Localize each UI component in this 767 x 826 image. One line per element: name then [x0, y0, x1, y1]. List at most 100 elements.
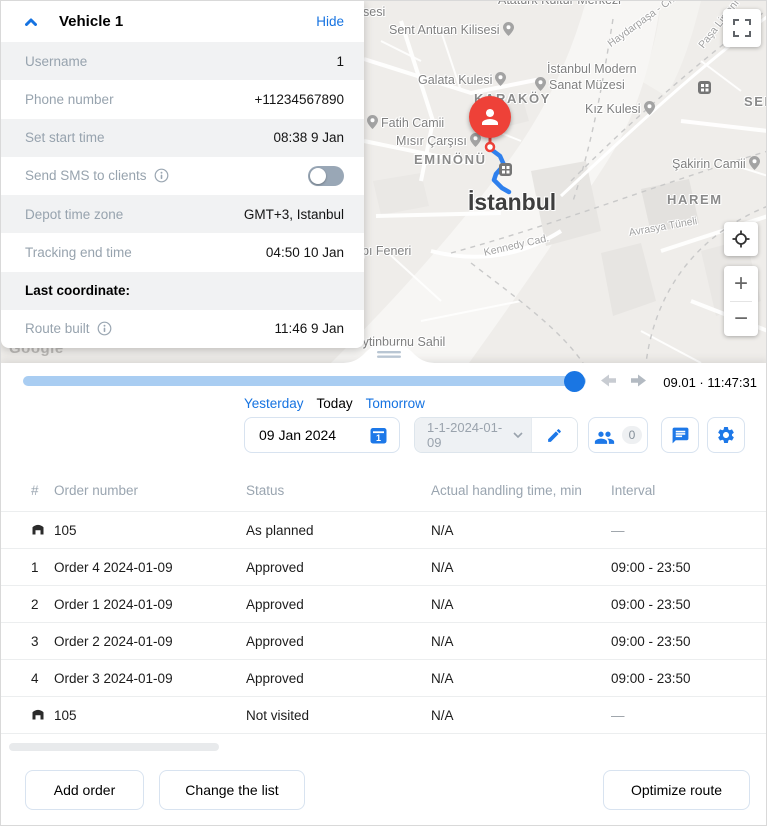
- step-forward-button[interactable]: [631, 374, 649, 388]
- row-status: As planned: [246, 523, 431, 538]
- order-row[interactable]: 1Order 4 2024-01-09ApprovedN/A09:00 - 23…: [1, 548, 767, 585]
- map-label-feneri: pı Feneri: [362, 244, 411, 258]
- route-select-group: 1-1-2024-01-09: [414, 417, 578, 453]
- timeline-slider-thumb[interactable]: [564, 371, 585, 392]
- arrow-left-icon: [601, 374, 616, 387]
- row-label: Set start time: [25, 130, 105, 145]
- row-interval: 09:00 - 23:50: [611, 560, 767, 575]
- row-interval: 09:00 - 23:50: [611, 597, 767, 612]
- row-value: GMT+3, Istanbul: [244, 207, 344, 222]
- map-label-galata: Galata Kulesi: [418, 72, 509, 89]
- row-status: Approved: [246, 634, 431, 649]
- row-label: Tracking end time: [25, 245, 132, 260]
- row-num: 1: [31, 560, 54, 575]
- chat-button[interactable]: [661, 417, 699, 453]
- route-tracking-page: sesiAtatürk Kültür MerkeziSent Antuan Ki…: [0, 0, 767, 826]
- col-status: Status: [246, 483, 431, 498]
- toggle-knob: [310, 168, 326, 184]
- map-label-harem: HAREM: [667, 192, 723, 207]
- change-list-button[interactable]: Change the list: [159, 770, 305, 810]
- row-order: Order 2 2024-01-09: [54, 634, 246, 649]
- row-status: Approved: [246, 597, 431, 612]
- pencil-icon: [546, 427, 563, 444]
- row-label: Depot time zone: [25, 207, 123, 222]
- step-back-button[interactable]: [601, 374, 619, 388]
- order-row[interactable]: 3Order 2 2024-01-09ApprovedN/A09:00 - 23…: [1, 622, 767, 659]
- info-icon[interactable]: [97, 321, 112, 336]
- settings-button[interactable]: [707, 417, 745, 453]
- day-links: Yesterday Today Tomorrow: [244, 396, 425, 411]
- chat-icon: [671, 426, 690, 445]
- row-order: Order 4 2024-01-09: [54, 560, 246, 575]
- map-pin-icon: [367, 115, 378, 132]
- map-pin-icon: [495, 72, 506, 89]
- optimize-route-button[interactable]: Optimize route: [603, 770, 750, 810]
- order-row[interactable]: 4Order 3 2024-01-09ApprovedN/A09:00 - 23…: [1, 659, 767, 696]
- couriers-count-badge: 0: [622, 426, 643, 444]
- map-label-ataturk: Atatürk Kültür Merkezi: [498, 1, 621, 7]
- timeline-slider-track[interactable]: [23, 376, 586, 386]
- order-row[interactable]: 105As plannedN/A—: [1, 511, 767, 548]
- row-status: Not visited: [246, 708, 431, 723]
- col-number: #: [31, 483, 54, 498]
- courier-marker-icon[interactable]: [469, 96, 511, 138]
- date-picker-field[interactable]: 09 Jan 2024 1: [244, 417, 400, 453]
- row-label: Username: [25, 54, 87, 69]
- date-value: 09 Jan 2024: [259, 427, 336, 443]
- row-status: Approved: [246, 671, 431, 686]
- panel-drag-handle[interactable]: [341, 345, 437, 363]
- couriers-button[interactable]: 0: [588, 417, 648, 453]
- row-interval: 09:00 - 23:50: [611, 671, 767, 686]
- playback-timestamp: 09.01 · 11:47:31: [663, 375, 757, 390]
- col-interval: Interval: [611, 483, 767, 498]
- fullscreen-icon: [733, 19, 751, 37]
- calendar-icon[interactable]: 1: [370, 427, 387, 444]
- zoom-in-button[interactable]: +: [724, 267, 758, 301]
- row-time: N/A: [431, 523, 611, 538]
- transit-station-icon: [698, 81, 711, 94]
- route-select[interactable]: 1-1-2024-01-09: [415, 418, 531, 452]
- collapse-chevron-up-icon[interactable]: [25, 18, 37, 26]
- people-icon: [594, 427, 615, 444]
- yesterday-link[interactable]: Yesterday: [244, 396, 304, 411]
- locate-button[interactable]: [724, 222, 758, 256]
- vehicle-panel-header: Vehicle 1 Hide: [1, 1, 364, 42]
- vehicle-detail-rows: Username1Phone number+11234567890Set sta…: [1, 42, 364, 348]
- chevron-down-icon: [513, 432, 523, 438]
- today-link[interactable]: Today: [317, 396, 353, 411]
- vehicle-panel: Vehicle 1 Hide Username1Phone number+112…: [1, 1, 364, 348]
- map-label-sesi: sesi: [363, 5, 385, 19]
- hide-link[interactable]: Hide: [316, 14, 344, 29]
- row-interval: —: [611, 523, 767, 538]
- tomorrow-link[interactable]: Tomorrow: [366, 396, 425, 411]
- horizontal-scrollbar[interactable]: [9, 743, 219, 751]
- row-num: [31, 522, 54, 539]
- row-interval: 09:00 - 23:50: [611, 634, 767, 649]
- row-label: Send SMS to clients: [25, 168, 147, 183]
- col-order-number: Order number: [54, 483, 246, 498]
- row-value: 1: [336, 54, 344, 69]
- add-order-button[interactable]: Add order: [25, 770, 144, 810]
- order-row[interactable]: 2Order 1 2024-01-09ApprovedN/A09:00 - 23…: [1, 585, 767, 622]
- info-icon[interactable]: [154, 168, 169, 183]
- gear-icon: [716, 425, 736, 445]
- row-label: Last coordinate:: [25, 283, 130, 298]
- edit-route-button[interactable]: [531, 418, 577, 452]
- row-num: 4: [31, 671, 54, 686]
- order-row[interactable]: 105Not visitedN/A—: [1, 696, 767, 734]
- row-time: N/A: [431, 708, 611, 723]
- sms-toggle[interactable]: [308, 166, 344, 186]
- row-order: 105: [54, 523, 246, 538]
- row-order: 105: [54, 708, 246, 723]
- vehicle-detail-row: Username 1: [1, 42, 364, 80]
- depot-icon: [31, 522, 45, 536]
- zoom-out-button[interactable]: −: [724, 302, 758, 336]
- map-label-misir: Mısır Çarşısı: [396, 133, 484, 150]
- row-time: N/A: [431, 597, 611, 612]
- row-time: N/A: [431, 671, 611, 686]
- svg-text:1: 1: [376, 433, 381, 443]
- fullscreen-button[interactable]: [723, 9, 761, 47]
- row-value: 11:46 9 Jan: [274, 321, 344, 336]
- row-label: Phone number: [25, 92, 114, 107]
- map-pin-icon: [749, 156, 760, 173]
